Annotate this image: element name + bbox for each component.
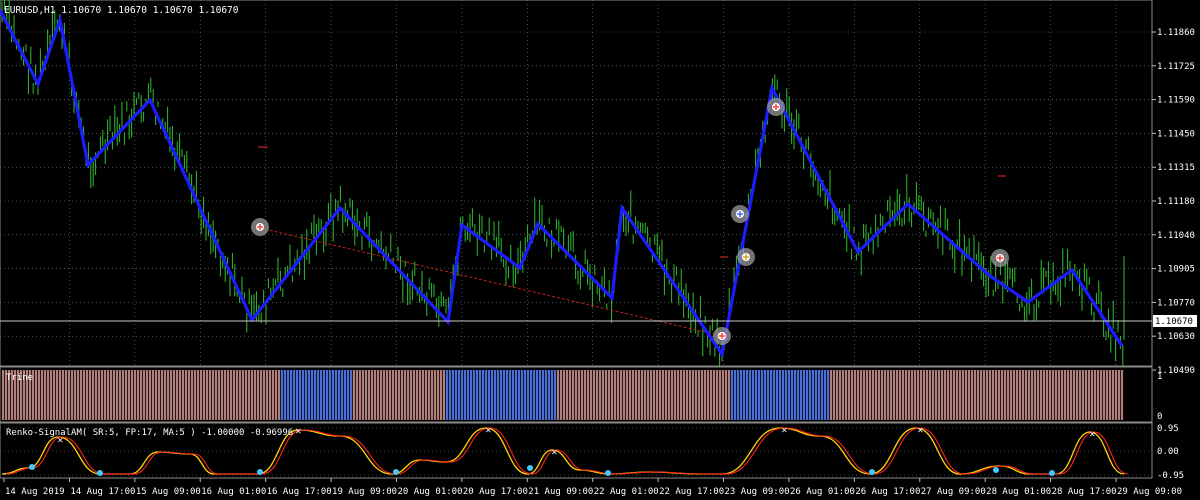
renko-buy-dot (993, 467, 999, 473)
time-label: 21 Aug 09:00 (528, 487, 593, 497)
renko-sell-mark: ✕ (551, 448, 558, 457)
price-label: 1.11725 (1157, 62, 1195, 72)
renko-buy-dot (869, 469, 875, 475)
renko-sell-mark: ✕ (781, 426, 788, 435)
symbol-header: EURUSD,H1 1.10670 1.10670 1.10670 1.1067… (4, 5, 239, 16)
renko-panel[interactable]: ✕✕ ✕✕✕ ✕ ✕ Renko-SignalAM( SR:5, FP:17, MA:… (0, 422, 1184, 481)
signal-marker[interactable] (991, 249, 1009, 267)
signal-marker[interactable] (713, 327, 731, 345)
price-label: 1.10770 (1157, 298, 1195, 308)
renko-sell-mark: ✕ (295, 427, 302, 436)
renko-buy-dot (257, 469, 263, 475)
time-label: 16 Aug 17:00 (267, 487, 332, 497)
time-label: 29 Aug 09:00 (1117, 487, 1182, 497)
renko-sell-mark: ✕ (485, 426, 492, 435)
time-label: 26 Aug 17:00 (855, 487, 920, 497)
renko-scale-top: 0.95 (1157, 424, 1179, 434)
time-label: 26 Aug 01:00 (790, 487, 855, 497)
time-label: 14 Aug 17:00 (70, 487, 135, 497)
time-label: 20 Aug 17:00 (463, 487, 528, 497)
time-label: 27 Aug 09:00 (921, 487, 986, 497)
time-label: 19 Aug 09:00 (332, 487, 397, 497)
signal-marker[interactable] (731, 205, 749, 223)
renko-scale-mid: 0.00 (1157, 447, 1179, 457)
price-label: 1.11590 (1157, 96, 1195, 106)
trine-scale-bottom: 0 (1157, 412, 1162, 422)
trine-scale-top: 1 (1157, 372, 1162, 382)
trading-chart[interactable]: EURUSD,H1 1.10670 1.10670 1.10670 1.1067… (0, 0, 1200, 500)
main-panel-frame (0, 0, 1153, 367)
signal-marker[interactable] (251, 218, 269, 236)
time-axis[interactable]: 14 Aug 2019 14 Aug 17:00 15 Aug 09:00 16 Au… (3, 478, 1182, 497)
price-label: 1.10630 (1157, 332, 1195, 342)
renko-buy-dot (1049, 470, 1055, 476)
price-label: 1.11450 (1157, 129, 1195, 139)
time-label: 28 Aug 01:00 (986, 487, 1051, 497)
price-label: 1.11180 (1157, 197, 1195, 207)
price-label: 1.11040 (1157, 231, 1195, 241)
time-label: 22 Aug 01:00 (594, 487, 659, 497)
current-price-value: 1.10670 (1155, 317, 1193, 327)
renko-scale-bottom: -0.95 (1157, 471, 1184, 481)
price-label: 1.10905 (1157, 265, 1195, 275)
time-label: 20 Aug 01:00 (397, 487, 462, 497)
renko-label: Renko-SignalAM( SR:5, FP:17, MA:5 ) -1.0… (6, 428, 293, 438)
signal-marker[interactable] (767, 98, 785, 116)
time-label: 28 Aug 17:00 (1052, 487, 1117, 497)
renko-buy-dot (97, 470, 103, 476)
renko-buy-dot (29, 464, 35, 470)
signal-marker[interactable] (737, 248, 755, 266)
price-label: 1.11315 (1157, 163, 1195, 173)
current-price-tag: 1.10670 (1153, 315, 1197, 327)
trine-label: Trine (6, 373, 33, 383)
time-label: 15 Aug 09:00 (136, 487, 201, 497)
renko-buy-dot (605, 470, 611, 476)
main-price-panel[interactable]: EURUSD,H1 1.10670 1.10670 1.10670 1.1067… (0, 0, 1153, 373)
renko-buy-dot (527, 465, 533, 471)
renko-buy-dot (393, 469, 399, 475)
time-label: 14 Aug 2019 (5, 487, 65, 497)
renko-sell-mark: ✕ (1089, 430, 1096, 439)
price-label: 1.10490 (1157, 366, 1195, 376)
renko-sell-mark: ✕ (917, 426, 924, 435)
time-label: 22 Aug 17:00 (659, 487, 724, 497)
trine-panel[interactable]: Trine 1 0 (0, 366, 1162, 423)
price-label: 1.11860 (1157, 28, 1195, 38)
time-label: 16 Aug 01:00 (201, 487, 266, 497)
time-label: 23 Aug 09:00 (725, 487, 790, 497)
